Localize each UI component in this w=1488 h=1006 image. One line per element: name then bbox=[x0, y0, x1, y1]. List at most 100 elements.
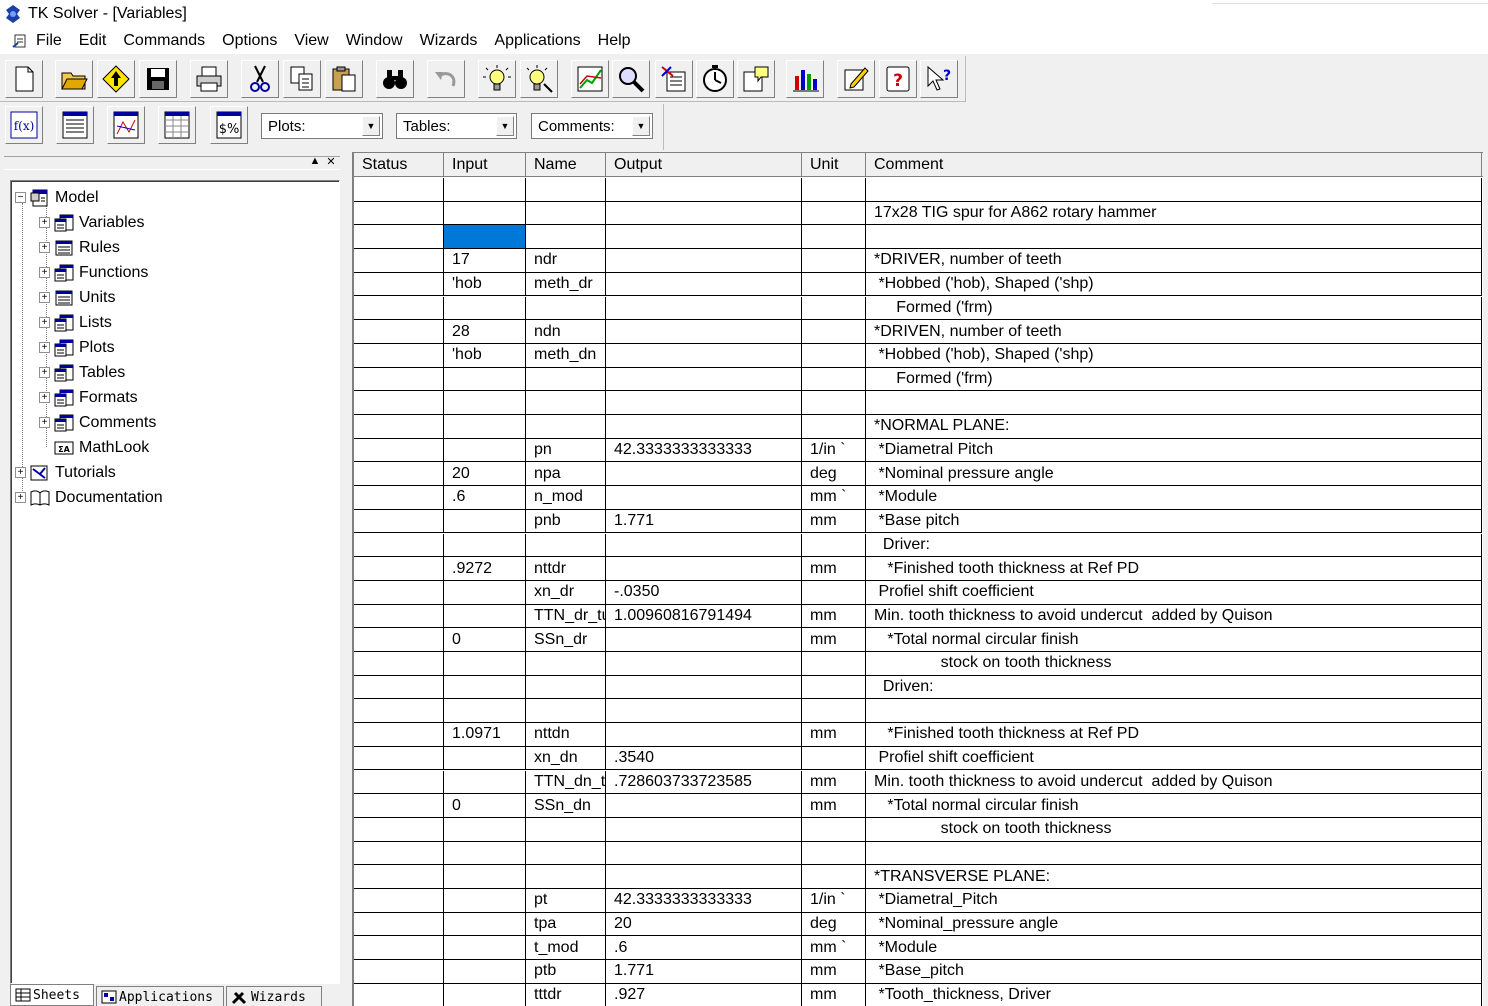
cell-input[interactable] bbox=[444, 509, 526, 533]
comments-dropdown[interactable]: Comments: ▼ bbox=[531, 113, 653, 139]
cell-name[interactable]: nttdn bbox=[526, 723, 606, 746]
cell-unit[interactable] bbox=[802, 343, 866, 367]
cell-output[interactable] bbox=[606, 201, 802, 225]
cell-output[interactable] bbox=[606, 841, 802, 865]
cell-input[interactable] bbox=[444, 960, 526, 983]
cell-status[interactable] bbox=[354, 178, 444, 201]
cell-status[interactable] bbox=[354, 249, 444, 272]
cell-name[interactable]: xn_dn bbox=[526, 746, 606, 770]
expand-icon[interactable]: + bbox=[39, 242, 50, 253]
expand-icon[interactable]: + bbox=[39, 267, 50, 278]
expand-icon[interactable]: + bbox=[39, 342, 50, 353]
upload-button[interactable] bbox=[97, 60, 135, 98]
cell-status[interactable] bbox=[354, 936, 444, 960]
cell-output[interactable] bbox=[606, 628, 802, 651]
help-button[interactable]: ? bbox=[879, 60, 917, 98]
cell-comment[interactable]: *DRIVER, number of teeth bbox=[866, 249, 1482, 272]
cell-status[interactable] bbox=[354, 201, 444, 225]
cell-output[interactable] bbox=[606, 652, 802, 675]
cell-unit[interactable]: deg bbox=[802, 462, 866, 486]
collapse-icon[interactable]: − bbox=[15, 192, 26, 203]
plots-dropdown[interactable]: Plots: ▼ bbox=[261, 113, 383, 139]
cell-input[interactable] bbox=[444, 841, 526, 865]
cell-unit[interactable] bbox=[802, 580, 866, 604]
cell-comment[interactable]: *Module bbox=[866, 936, 1482, 960]
tab-wizards[interactable]: Wizards bbox=[226, 986, 322, 1006]
cell-name[interactable]: meth_dr bbox=[526, 272, 606, 296]
menu-applications[interactable]: Applications bbox=[494, 32, 580, 50]
expand-icon[interactable]: + bbox=[15, 492, 26, 503]
plot-sheet-button[interactable] bbox=[107, 106, 145, 144]
cell-unit[interactable] bbox=[802, 225, 866, 249]
cell-name[interactable] bbox=[526, 699, 606, 723]
cell-comment[interactable]: *Base pitch bbox=[866, 509, 1482, 533]
list-button[interactable] bbox=[655, 60, 693, 98]
cell-input[interactable] bbox=[444, 865, 526, 888]
cell-input[interactable] bbox=[444, 770, 526, 794]
cell-input[interactable] bbox=[444, 415, 526, 438]
cell-unit[interactable]: mm bbox=[802, 557, 866, 580]
cell-unit[interactable] bbox=[802, 746, 866, 770]
menu-wizards[interactable]: Wizards bbox=[420, 32, 478, 50]
cell-name[interactable] bbox=[526, 533, 606, 557]
cell-input[interactable] bbox=[444, 391, 526, 414]
tree-item-units[interactable]: + Units bbox=[39, 285, 115, 310]
chevron-down-icon[interactable]: ▼ bbox=[496, 116, 514, 136]
copy-button[interactable] bbox=[283, 60, 321, 98]
cell-output[interactable] bbox=[606, 723, 802, 746]
cell-output[interactable] bbox=[606, 486, 802, 509]
cell-input[interactable] bbox=[444, 912, 526, 936]
cell-unit[interactable] bbox=[802, 699, 866, 723]
expand-icon[interactable]: + bbox=[39, 417, 50, 428]
cell-output[interactable]: .3540 bbox=[606, 746, 802, 770]
cell-output[interactable] bbox=[606, 367, 802, 391]
solve-button[interactable] bbox=[478, 60, 516, 98]
column-header-status[interactable]: Status bbox=[354, 153, 444, 177]
expand-icon[interactable]: + bbox=[39, 317, 50, 328]
cell-input[interactable] bbox=[444, 652, 526, 675]
cell-status[interactable] bbox=[354, 628, 444, 651]
cell-unit[interactable] bbox=[802, 652, 866, 675]
cell-input[interactable] bbox=[444, 201, 526, 225]
cell-name[interactable]: n_mod bbox=[526, 486, 606, 509]
cell-status[interactable] bbox=[354, 889, 444, 912]
cell-output[interactable] bbox=[606, 794, 802, 817]
cell-unit[interactable] bbox=[802, 841, 866, 865]
cell-status[interactable] bbox=[354, 604, 444, 628]
cell-status[interactable] bbox=[354, 462, 444, 486]
cell-status[interactable] bbox=[354, 415, 444, 438]
cell-name[interactable]: SSn_dr bbox=[526, 628, 606, 651]
cell-output[interactable] bbox=[606, 533, 802, 557]
cell-status[interactable] bbox=[354, 794, 444, 817]
expand-icon[interactable]: + bbox=[39, 217, 50, 228]
cell-name[interactable] bbox=[526, 841, 606, 865]
cell-comment[interactable]: *Total normal circular finish bbox=[866, 628, 1482, 651]
cell-output[interactable]: 1.771 bbox=[606, 509, 802, 533]
tree-item-functions[interactable]: + Functions bbox=[39, 260, 148, 285]
cell-name[interactable]: TTN_dr_tu bbox=[526, 604, 606, 628]
cell-input[interactable] bbox=[444, 675, 526, 699]
cell-status[interactable] bbox=[354, 580, 444, 604]
tree-item-mathlook[interactable]: ΣA MathLook bbox=[39, 435, 149, 460]
cell-status[interactable] bbox=[354, 746, 444, 770]
cell-status[interactable] bbox=[354, 865, 444, 888]
cell-output[interactable]: .927 bbox=[606, 983, 802, 1006]
save-button[interactable] bbox=[139, 60, 177, 98]
expand-icon[interactable]: + bbox=[39, 292, 50, 303]
cell-input[interactable]: 20 bbox=[444, 462, 526, 486]
cell-comment[interactable]: *Finished tooth thickness at Ref PD bbox=[866, 557, 1482, 580]
cell-output[interactable]: 1.00960816791494 bbox=[606, 604, 802, 628]
table-sheet-button[interactable] bbox=[56, 106, 94, 144]
cell-status[interactable] bbox=[354, 486, 444, 509]
new-file-button[interactable] bbox=[5, 60, 43, 98]
cell-comment[interactable]: *Hobbed ('hob), Shaped ('shp) bbox=[866, 343, 1482, 367]
context-help-button[interactable]: ? bbox=[920, 60, 958, 98]
cell-status[interactable] bbox=[354, 983, 444, 1006]
cell-name[interactable]: ptb bbox=[526, 960, 606, 983]
function-sheet-button[interactable]: f(x) bbox=[5, 106, 43, 144]
cell-comment[interactable]: *Base_pitch bbox=[866, 960, 1482, 983]
cell-status[interactable] bbox=[354, 817, 444, 841]
cell-comment[interactable]: *TRANSVERSE PLANE: bbox=[866, 865, 1482, 888]
cell-comment[interactable]: *Diametral_Pitch bbox=[866, 889, 1482, 912]
menu-file[interactable]: File bbox=[36, 32, 62, 50]
